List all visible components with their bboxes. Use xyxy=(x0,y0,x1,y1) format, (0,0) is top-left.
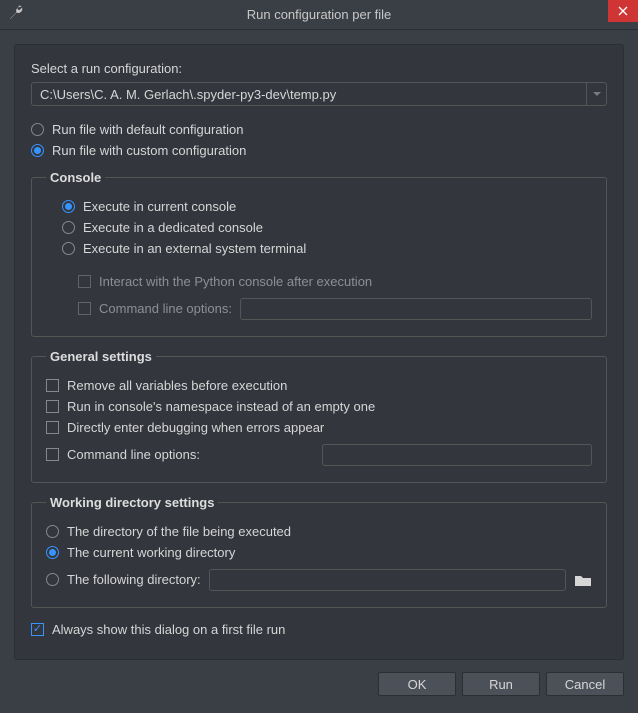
radio-label: Run file with custom configuration xyxy=(52,143,246,158)
radio-default-config[interactable]: Run file with default configuration xyxy=(31,122,607,137)
config-combobox[interactable]: C:\Users\C. A. M. Gerlach\.spyder-py3-de… xyxy=(31,82,607,106)
radio-exec-dedicated[interactable]: Execute in a dedicated console xyxy=(62,220,592,235)
radio-label: The directory of the file being executed xyxy=(67,524,291,539)
check-remove-vars[interactable]: Remove all variables before execution xyxy=(46,378,592,393)
console-legend: Console xyxy=(46,170,105,185)
radio-icon xyxy=(46,546,59,559)
check-label: Interact with the Python console after e… xyxy=(99,274,372,289)
checkbox-icon xyxy=(31,623,44,636)
radio-icon xyxy=(46,525,59,538)
check-label: Always show this dialog on a first file … xyxy=(52,622,285,637)
radio-icon xyxy=(31,123,44,136)
check-run-namespace[interactable]: Run in console's namespace instead of an… xyxy=(46,399,592,414)
radio-icon xyxy=(62,242,75,255)
check-label: Remove all variables before execution xyxy=(67,378,287,393)
cancel-button[interactable]: Cancel xyxy=(546,672,624,696)
checkbox-icon xyxy=(46,400,59,413)
radio-following-dir[interactable]: The following directory: xyxy=(46,572,201,587)
radio-icon xyxy=(46,573,59,586)
chevron-down-icon[interactable] xyxy=(586,83,606,105)
radio-label: Execute in an external system terminal xyxy=(83,241,306,256)
check-label: Command line options: xyxy=(67,447,200,462)
checkbox-icon xyxy=(46,379,59,392)
radio-label: Run file with default configuration xyxy=(52,122,244,137)
radio-icon xyxy=(62,221,75,234)
check-label: Command line options: xyxy=(99,301,232,316)
dialog-buttons: OK Run Cancel xyxy=(0,660,638,708)
close-button[interactable] xyxy=(608,0,638,22)
following-dir-input[interactable] xyxy=(209,569,566,591)
radio-custom-config[interactable]: Run file with custom configuration xyxy=(31,143,607,158)
radio-label: The following directory: xyxy=(67,572,201,587)
checkbox-icon xyxy=(46,421,59,434)
general-fieldset: General settings Remove all variables be… xyxy=(31,349,607,483)
workdir-legend: Working directory settings xyxy=(46,495,218,510)
main-panel: Select a run configuration: C:\Users\C. … xyxy=(14,44,624,660)
ok-button[interactable]: OK xyxy=(378,672,456,696)
check-general-cmdopts[interactable]: Command line options: xyxy=(46,447,200,462)
config-combobox-value: C:\Users\C. A. M. Gerlach\.spyder-py3-de… xyxy=(32,87,586,102)
check-label: Run in console's namespace instead of an… xyxy=(67,399,375,414)
radio-exec-external[interactable]: Execute in an external system terminal xyxy=(62,241,592,256)
radio-icon xyxy=(62,200,75,213)
check-always-show[interactable]: Always show this dialog on a first file … xyxy=(31,622,607,637)
titlebar: Run configuration per file xyxy=(0,0,638,30)
folder-icon[interactable] xyxy=(574,573,592,587)
console-cmdopts-input[interactable] xyxy=(240,298,592,320)
radio-exec-current[interactable]: Execute in current console xyxy=(62,199,592,214)
radio-icon xyxy=(31,144,44,157)
checkbox-icon xyxy=(78,302,91,315)
general-legend: General settings xyxy=(46,349,156,364)
radio-label: The current working directory xyxy=(67,545,235,560)
check-label: Directly enter debugging when errors app… xyxy=(67,420,324,435)
checkbox-icon xyxy=(78,275,91,288)
check-console-cmdopts: Command line options: xyxy=(78,301,232,316)
checkbox-icon xyxy=(46,448,59,461)
radio-cwd[interactable]: The current working directory xyxy=(46,545,592,560)
radio-label: Execute in current console xyxy=(83,199,236,214)
console-fieldset: Console Execute in current console Execu… xyxy=(31,170,607,337)
select-config-label: Select a run configuration: xyxy=(31,61,607,76)
radio-dir-of-file[interactable]: The directory of the file being executed xyxy=(46,524,592,539)
radio-label: Execute in a dedicated console xyxy=(83,220,263,235)
check-interact-after: Interact with the Python console after e… xyxy=(78,274,592,289)
general-cmdopts-input[interactable] xyxy=(322,444,592,466)
window-title: Run configuration per file xyxy=(0,7,638,22)
workdir-fieldset: Working directory settings The directory… xyxy=(31,495,607,608)
run-button[interactable]: Run xyxy=(462,672,540,696)
check-debug-on-error[interactable]: Directly enter debugging when errors app… xyxy=(46,420,592,435)
